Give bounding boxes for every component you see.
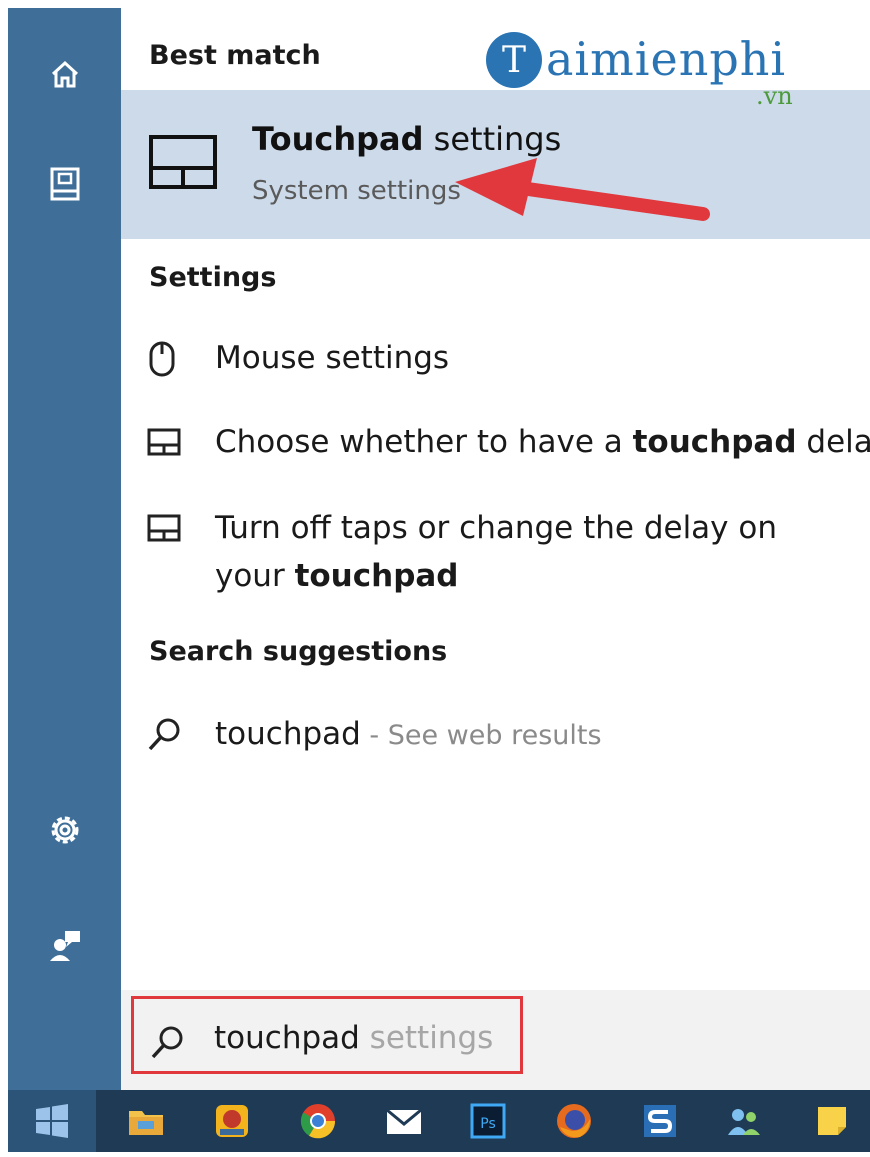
touchpad-small-icon <box>147 428 181 456</box>
search-highlight-annotation <box>131 996 523 1074</box>
start-button[interactable] <box>8 1090 96 1152</box>
touchpad-small-icon <box>147 514 181 542</box>
touchpad-icon <box>149 135 217 189</box>
settings-heading: Settings <box>149 262 277 293</box>
list-item-label-line2: your touchpad <box>215 558 459 594</box>
watermark-suffix: .vn <box>756 82 793 110</box>
photoshop-icon[interactable]: Ps <box>462 1095 514 1147</box>
watermark-text: aimienphi <box>546 32 787 86</box>
app-icon[interactable] <box>206 1095 258 1147</box>
search-results-panel: Best match Touchpad settings System sett… <box>121 8 870 1090</box>
firefox-icon[interactable] <box>548 1095 600 1147</box>
s-app-icon[interactable] <box>634 1095 686 1147</box>
list-item-web-suggestion[interactable]: touchpad - See web results <box>121 706 870 762</box>
watermark-logo: T aimienphi .vn <box>484 24 824 114</box>
watermark-logo-icon: T <box>486 32 542 88</box>
mouse-icon <box>149 341 175 377</box>
list-item-turn-off-taps[interactable]: Turn off taps or change the delay on you… <box>121 500 870 604</box>
svg-text:Ps: Ps <box>480 1116 496 1132</box>
chrome-icon[interactable] <box>292 1095 344 1147</box>
home-icon[interactable] <box>8 44 121 104</box>
mail-icon[interactable] <box>378 1095 430 1147</box>
start-menu-window: Best match Touchpad settings System sett… <box>0 0 870 1157</box>
documents-icon[interactable] <box>8 154 121 214</box>
feedback-icon[interactable] <box>8 914 121 974</box>
best-match-title: Touchpad settings <box>252 120 562 158</box>
list-item-mouse-settings[interactable]: Mouse settings <box>121 330 870 386</box>
file-explorer-icon[interactable] <box>120 1095 172 1147</box>
best-match-subtitle: System settings <box>252 176 461 206</box>
list-item-label: touchpad - See web results <box>215 716 602 752</box>
list-item-label: Mouse settings <box>215 340 450 376</box>
list-item-touchpad-delay[interactable]: Choose whether to have a touchpad delay <box>121 414 870 470</box>
gear-icon[interactable] <box>8 800 121 860</box>
list-item-label: Choose whether to have a touchpad delay <box>215 424 870 460</box>
arrow-annotation-icon <box>455 158 710 221</box>
best-match-heading: Best match <box>149 40 321 71</box>
windows-logo-icon <box>36 1104 68 1138</box>
sticky-notes-icon[interactable] <box>806 1095 858 1147</box>
list-item-label-line1: Turn off taps or change the delay on <box>215 510 777 546</box>
search-icon <box>148 718 180 751</box>
search-suggestions-heading: Search suggestions <box>149 636 448 667</box>
svg-text:T: T <box>502 40 526 81</box>
people-icon[interactable] <box>718 1095 770 1147</box>
left-rail <box>8 8 121 1090</box>
